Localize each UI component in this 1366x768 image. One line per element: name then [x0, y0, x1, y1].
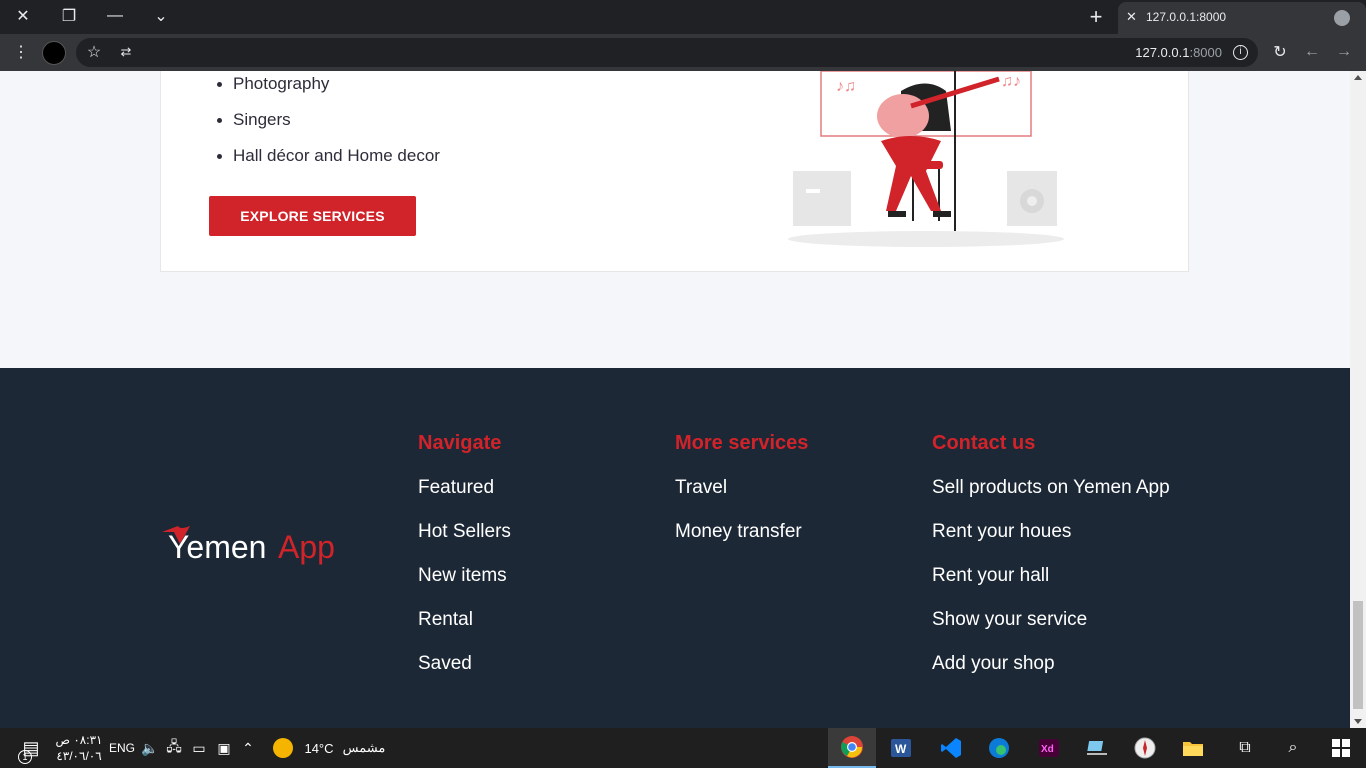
- list-item: Singers: [217, 109, 440, 145]
- close-window-button[interactable]: ✕: [0, 0, 46, 32]
- page-scrollbar[interactable]: [1350, 71, 1366, 728]
- battery-icon[interactable]: ▭: [188, 728, 210, 768]
- task-view-icon[interactable]: ⧉: [1222, 728, 1268, 768]
- minimize-window-button[interactable]: —: [92, 0, 138, 32]
- restore-window-button[interactable]: ❐: [46, 0, 92, 32]
- windows-start-icon[interactable]: [1318, 728, 1364, 768]
- address-bar[interactable]: ☆ ⇄ 127.0.0.1:8000 i: [76, 38, 1258, 67]
- scroll-thumb[interactable]: [1353, 601, 1363, 709]
- profile-avatar[interactable]: [42, 41, 66, 65]
- clock-time: ٠٨:٣١ ص: [55, 733, 103, 747]
- browser-tab[interactable]: ✕ 127.0.0.1:8000: [1118, 2, 1366, 34]
- services-card: Photography Singers Hall décor and Home …: [160, 71, 1189, 272]
- column-title: More services: [675, 432, 809, 454]
- footer-link[interactable]: Rent your houes: [932, 520, 1170, 564]
- url-port: :8000: [1189, 45, 1222, 60]
- bookmark-star-icon[interactable]: ☆: [82, 40, 106, 64]
- sun-weather-icon[interactable]: [273, 738, 293, 758]
- clock-date: ٤٣/٠٦/٠٦: [56, 749, 102, 763]
- footer-link[interactable]: Show your service: [932, 608, 1170, 652]
- column-title: Contact us: [932, 432, 1036, 454]
- footer-link[interactable]: Hot Sellers: [418, 520, 511, 564]
- scroll-up-icon[interactable]: [1354, 75, 1362, 80]
- file-explorer-app-icon[interactable]: [1170, 728, 1216, 768]
- laptop-app-icon[interactable]: [1074, 728, 1120, 768]
- windows-taskbar: ▤ 1 ٠٨:٣١ ص ٤٣/٠٦/٠٦ ENG 🔈 🖧 ▭ ▣ ⌃ 14°C …: [0, 728, 1366, 768]
- word-app-icon[interactable]: W: [878, 728, 924, 768]
- yemen-app-logo[interactable]: Yemen App: [160, 522, 360, 572]
- weather-condition[interactable]: مشمس: [340, 728, 388, 768]
- footer-link[interactable]: Travel: [675, 476, 808, 520]
- notification-center-icon[interactable]: ▤: [14, 728, 48, 768]
- clock[interactable]: ٠٨:٣١ ص ٤٣/٠٦/٠٦: [54, 732, 104, 764]
- chrome-app-icon[interactable]: [828, 728, 876, 768]
- chevron-up-icon[interactable]: ⌃: [238, 728, 258, 768]
- new-tab-button[interactable]: +: [1082, 4, 1110, 30]
- footer-link[interactable]: Saved: [418, 652, 511, 696]
- tab-close-icon[interactable]: ✕: [1126, 9, 1137, 25]
- menu-icon[interactable]: ⋮: [9, 40, 33, 64]
- meet-icon[interactable]: ▣: [214, 728, 234, 768]
- logo-part1: Yemen: [168, 529, 266, 565]
- footer-column-navigate: Navigate Featured Hot Sellers New items …: [418, 428, 511, 696]
- search-icon[interactable]: ⌕: [1270, 728, 1316, 768]
- browser-titlebar: ✕ ❐ — ⌄ + ✕ 127.0.0.1:8000: [0, 0, 1366, 34]
- svg-text:W: W: [895, 742, 907, 756]
- network-icon[interactable]: 🖧: [164, 728, 184, 768]
- forward-icon[interactable]: →: [1332, 40, 1356, 64]
- url-host: 127.0.0.1: [1135, 45, 1190, 60]
- vscode-app-icon[interactable]: [928, 728, 974, 768]
- logo-part2: App: [278, 529, 335, 565]
- edge-app-icon[interactable]: [976, 728, 1022, 768]
- svg-text:♫♪: ♫♪: [1001, 73, 1021, 90]
- tab-search-button[interactable]: ⌄: [138, 0, 184, 32]
- footer-column-contact: Contact us Sell products on Yemen App Re…: [932, 428, 1170, 696]
- list-item: Hall décor and Home decor: [217, 145, 440, 181]
- volume-icon[interactable]: 🔈: [140, 728, 160, 768]
- scroll-down-icon[interactable]: [1354, 719, 1362, 724]
- notification-count: 1: [18, 750, 32, 764]
- svg-text:Xd: Xd: [1041, 744, 1054, 755]
- site-footer: Yemen App Navigate Featured Hot Sellers …: [0, 368, 1350, 728]
- explore-services-button[interactable]: EXPLORE SERVICES: [209, 196, 416, 236]
- footer-link[interactable]: Featured: [418, 476, 511, 520]
- guitarist-illustration: ♪♫ ♫♪: [788, 71, 1064, 247]
- url-text: 127.0.0.1:8000: [1135, 45, 1222, 60]
- list-item: Photography: [217, 73, 440, 109]
- svg-text:♪♫: ♪♫: [836, 78, 856, 95]
- site-info-icon[interactable]: i: [1233, 45, 1248, 60]
- translate-icon[interactable]: ⇄: [114, 40, 138, 64]
- footer-link[interactable]: New items: [418, 564, 511, 608]
- page-viewport: Photography Singers Hall décor and Home …: [0, 71, 1350, 728]
- footer-link[interactable]: Rent your hall: [932, 564, 1170, 608]
- footer-link[interactable]: Money transfer: [675, 520, 808, 564]
- globe-icon: [1334, 10, 1350, 26]
- adobe-xd-app-icon[interactable]: Xd: [1026, 728, 1072, 768]
- language-indicator[interactable]: ENG: [108, 728, 136, 768]
- tab-title: 127.0.0.1:8000: [1146, 10, 1227, 24]
- footer-link[interactable]: Rental: [418, 608, 511, 652]
- compass-app-icon[interactable]: [1122, 728, 1168, 768]
- reload-icon[interactable]: ↻: [1268, 40, 1292, 64]
- browser-toolbar: ⋮ ↻ ← → ☆ ⇄ 127.0.0.1:8000 i: [0, 34, 1366, 71]
- services-list: Photography Singers Hall décor and Home …: [217, 73, 440, 181]
- footer-link[interactable]: Add your shop: [932, 652, 1170, 696]
- back-icon[interactable]: ←: [1300, 40, 1324, 64]
- footer-link[interactable]: Sell products on Yemen App: [932, 476, 1170, 520]
- column-title: Navigate: [418, 432, 502, 454]
- weather-temperature[interactable]: 14°C: [300, 728, 338, 768]
- footer-column-more-services: More services Travel Money transfer: [675, 428, 808, 564]
